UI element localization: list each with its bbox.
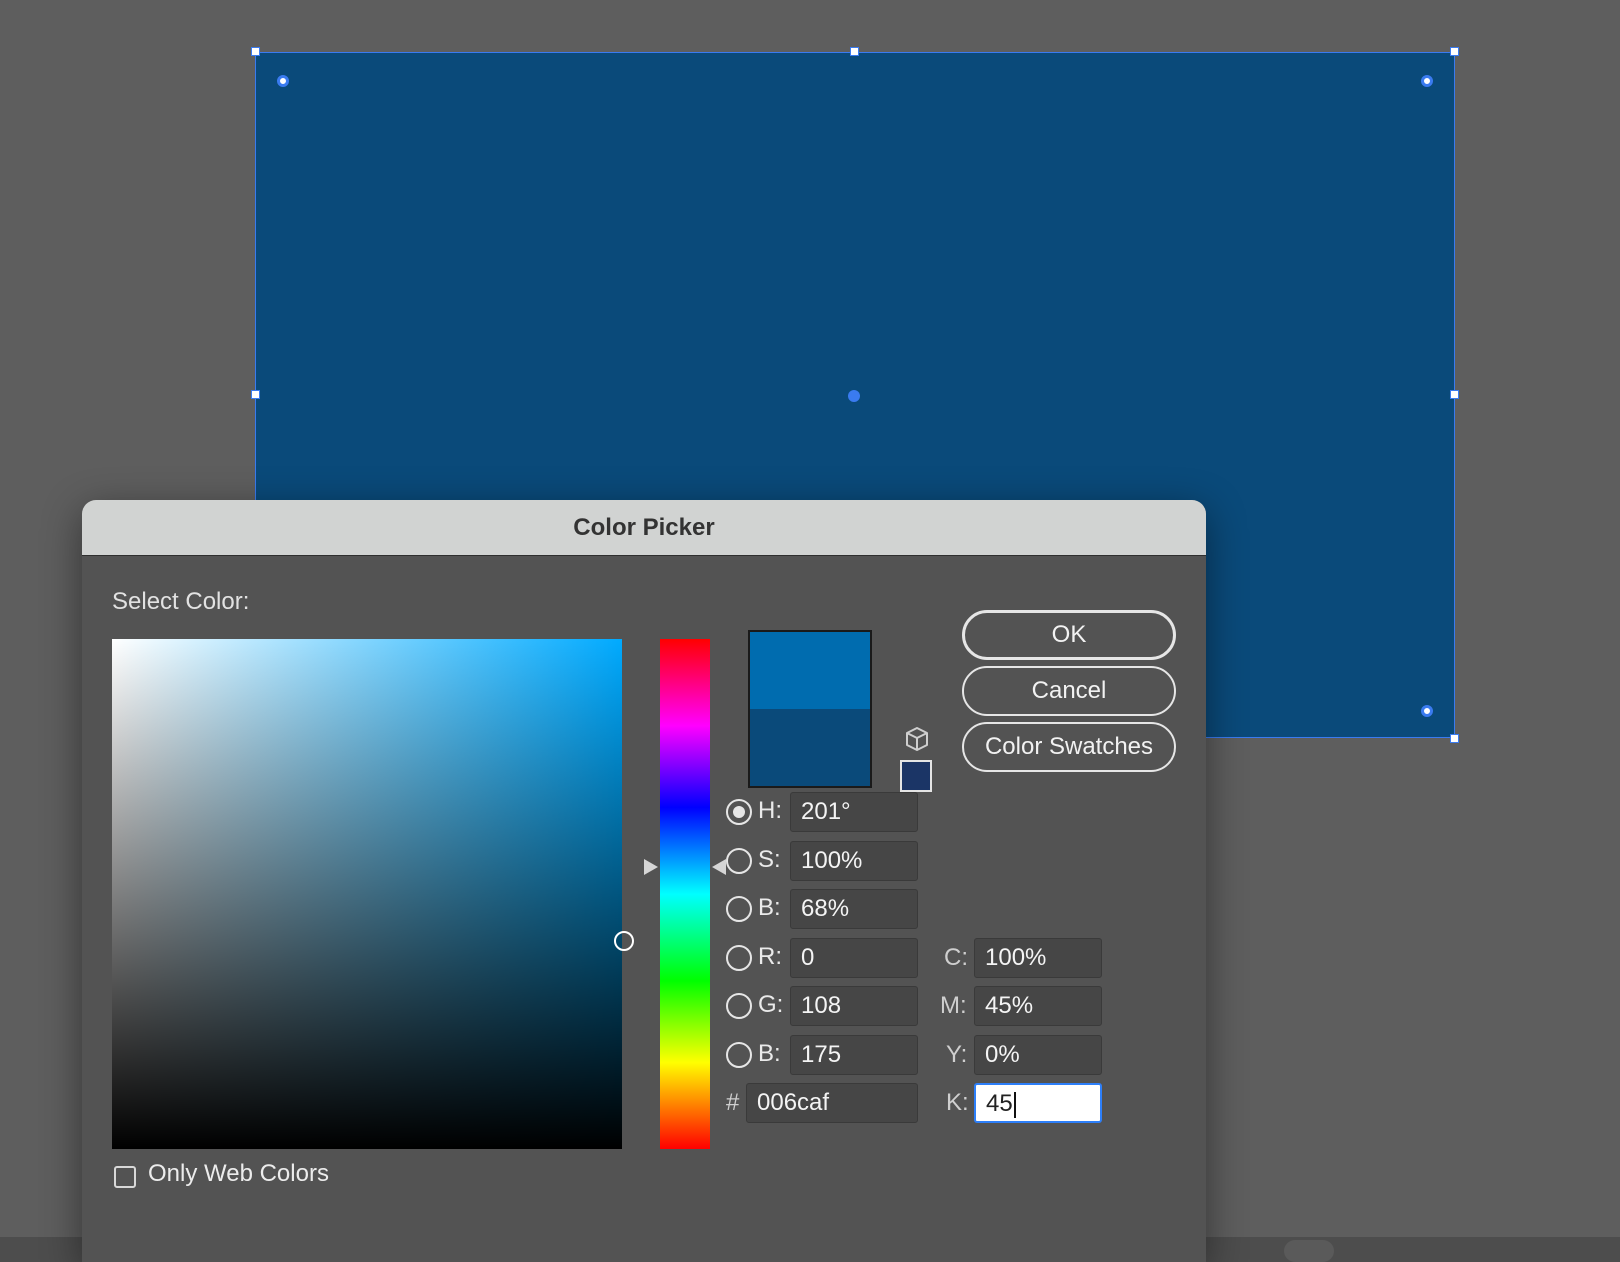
handle-middle-right[interactable] (1450, 390, 1459, 399)
center-point (848, 390, 860, 402)
ok-button[interactable]: OK (962, 610, 1176, 660)
out-of-gamut-swatch[interactable] (900, 760, 932, 792)
blue-input[interactable]: 175 (790, 1035, 918, 1075)
corner-radius-widget-top-right[interactable] (1421, 75, 1433, 87)
saturation-brightness-field[interactable] (112, 639, 634, 1149)
only-web-colors-checkbox[interactable] (114, 1166, 136, 1188)
hue-slider[interactable] (660, 639, 710, 1149)
saturation-input[interactable]: 100% (790, 841, 918, 881)
new-color-preview (750, 632, 870, 709)
handle-middle-left[interactable] (251, 390, 260, 399)
color-swatches-button[interactable]: Color Swatches (962, 722, 1176, 772)
scroll-pill[interactable] (1284, 1240, 1334, 1262)
cancel-button[interactable]: Cancel (962, 666, 1176, 716)
red-radio[interactable] (726, 945, 752, 971)
hue-slider-arrow-right[interactable] (712, 859, 726, 875)
corner-radius-widget-bottom-right[interactable] (1421, 705, 1433, 717)
brightness-input[interactable]: 68% (790, 889, 918, 929)
brightness-label: B: (758, 894, 781, 921)
black-input[interactable]: 45 (974, 1083, 1102, 1123)
dialog-title: Color Picker (573, 513, 715, 541)
magenta-input[interactable]: 45% (974, 986, 1102, 1026)
red-label: R: (758, 943, 782, 970)
hex-input[interactable]: 006caf (746, 1083, 918, 1123)
color-picker-dialog: Color Picker Select Color: OK Cancel Col… (82, 500, 1206, 1262)
handle-top-right[interactable] (1450, 47, 1459, 56)
saturation-radio[interactable] (726, 848, 752, 874)
green-input[interactable]: 108 (790, 986, 918, 1026)
black-label: K: (946, 1089, 969, 1116)
hue-label: H: (758, 797, 782, 824)
handle-bottom-right[interactable] (1450, 734, 1459, 743)
cyan-input[interactable]: 100% (974, 938, 1102, 978)
yellow-label: Y: (946, 1041, 968, 1068)
only-web-colors-label[interactable]: Only Web Colors (148, 1160, 329, 1188)
blue-label: B: (758, 1040, 781, 1067)
color-field-cursor[interactable] (614, 931, 634, 951)
green-label: G: (758, 991, 784, 1018)
hue-radio[interactable] (726, 799, 752, 825)
select-color-label: Select Color: (112, 588, 250, 615)
cyan-label: C: (944, 944, 968, 971)
hue-input[interactable]: 201° (790, 792, 918, 832)
brightness-radio[interactable] (726, 896, 752, 922)
hue-slider-arrow-left[interactable] (644, 859, 658, 875)
current-color-preview[interactable] (750, 709, 870, 786)
green-radio[interactable] (726, 993, 752, 1019)
red-input[interactable]: 0 (790, 938, 918, 978)
handle-top-middle[interactable] (850, 47, 859, 56)
hex-label: # (726, 1089, 740, 1116)
blue-radio[interactable] (726, 1042, 752, 1068)
magenta-label: M: (940, 992, 967, 1019)
yellow-input[interactable]: 0% (974, 1035, 1102, 1075)
dialog-titlebar[interactable]: Color Picker (82, 500, 1206, 556)
color-preview (748, 630, 872, 788)
corner-radius-widget-top-left[interactable] (277, 75, 289, 87)
cube-icon[interactable] (904, 726, 930, 752)
saturation-label: S: (758, 846, 781, 873)
handle-top-left[interactable] (251, 47, 260, 56)
